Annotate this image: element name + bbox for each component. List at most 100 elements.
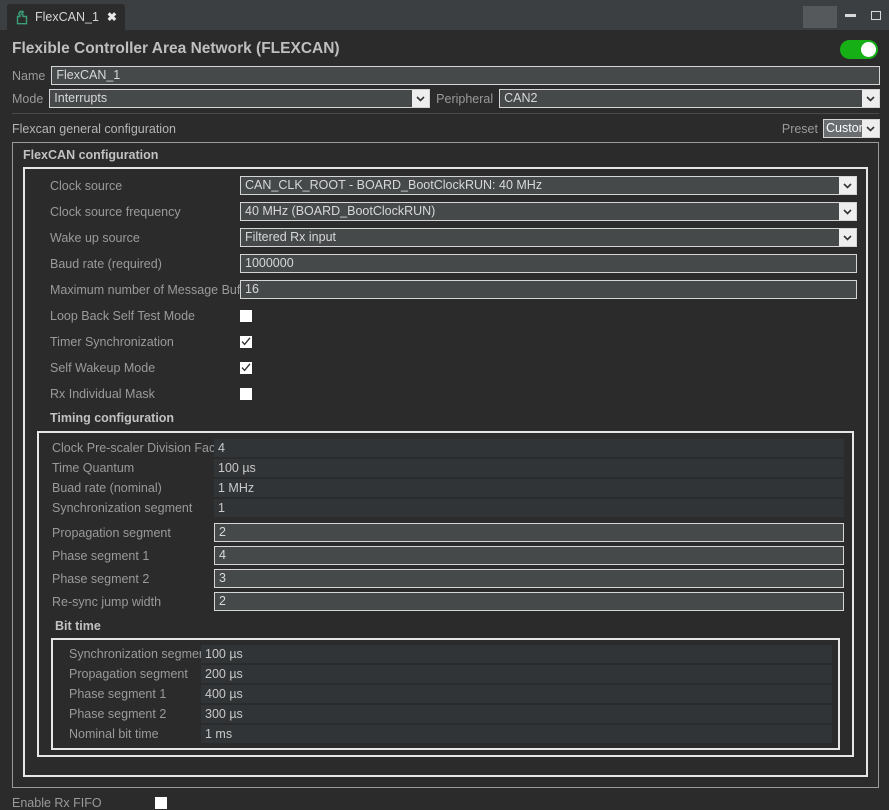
synchronization-segment-value: 1 [214,499,844,517]
flexcan-configuration-group: FlexCAN configuration Clock source CAN_C… [12,142,879,788]
clock-source-frequency-select[interactable]: 40 MHz (BOARD_BootClockRUN) [240,202,857,221]
phase-segment-1-label: Phase segment 1 [52,548,150,563]
mode-select[interactable]: Interrupts [49,89,431,108]
general-configuration-header: Flexcan general configuration Preset Cus… [0,114,889,142]
title-bar: FlexCAN_1 ✖ [0,0,889,30]
enable-rx-fifo-row: Enable Rx FIFO [0,788,889,810]
bit-time-phase-segment-1-value: 400 µs [201,685,832,703]
clock-prescaler-value: 4 [214,439,844,457]
nominal-bit-time-label: Nominal bit time [69,727,159,741]
timer-synchronization-checkbox[interactable] [240,335,252,348]
table-row: Phase segment 2 3 [39,567,852,590]
preset-label: Preset [781,121,818,136]
bit-time-propagation-segment-label: Propagation segment [69,667,188,681]
resync-jump-width-label: Re-sync jump width [52,594,162,609]
phase-segment-2-label: Phase segment 2 [52,571,150,586]
wake-up-source-value: Filtered Rx input [245,230,337,244]
bit-time-sync-segment-label: Synchronization segment [69,647,210,661]
clock-source-frequency-value: 40 MHz (BOARD_BootClockRUN) [245,204,436,218]
mode-peripheral-row: Mode Interrupts Peripheral CAN2 [0,89,889,108]
chevron-down-icon[interactable] [862,120,879,137]
list-item: Phase segment 1 400 µs [53,684,838,704]
list-item: Nominal bit time 1 ms [53,724,838,744]
enable-peripheral-toggle[interactable] [840,40,878,59]
window-controls [803,0,889,30]
name-row: Name FlexCAN_1 [0,66,889,85]
table-row: Phase segment 1 4 [39,544,852,567]
resync-jump-width-input[interactable]: 2 [214,592,844,611]
list-item: Synchronization segment 100 µs [53,644,838,664]
bit-time-group: Synchronization segment 100 µs Propagati… [51,638,840,750]
bit-time-phase-segment-2-value: 300 µs [201,705,832,723]
peripheral-value: CAN2 [504,91,538,105]
baud-rate-label: Baud rate (required) [50,256,162,271]
table-row: Synchronization segment 1 [39,498,852,518]
time-quantum-value: 100 µs [214,459,844,477]
flexcan-configuration-body: Clock source CAN_CLK_ROOT - BOARD_BootCl… [23,167,868,777]
peripheral-select[interactable]: CAN2 [499,89,881,108]
wake-up-source-row: Wake up source Filtered Rx input [25,227,866,248]
chevron-down-icon[interactable] [412,90,430,107]
baud-rate-nominal-value: 1 MHz [214,479,844,497]
max-message-buffers-label: Maximum number of Message Buffers [50,282,261,297]
phase-segment-2-input[interactable]: 3 [214,569,844,588]
bit-time-title: Bit time [55,619,101,633]
general-configuration-title: Flexcan general configuration [12,121,176,136]
synchronization-segment-label: Synchronization segment [52,501,193,515]
tab-label: FlexCAN_1 [35,10,99,24]
chevron-down-icon[interactable] [839,203,856,220]
page-title: Flexible Controller Area Network (FLEXCA… [12,40,340,57]
name-label: Name [12,68,46,83]
chevron-down-icon[interactable] [839,177,856,194]
self-wakeup-mode-checkbox[interactable] [240,361,252,374]
loop-back-self-test-checkbox[interactable] [240,309,252,322]
bit-time-sync-segment-value: 100 µs [201,645,832,663]
max-message-buffers-row: Maximum number of Message Buffers 16 [25,279,866,300]
component-icon [15,10,29,25]
chevron-down-icon[interactable] [839,229,856,246]
window-restore-button[interactable] [803,6,837,28]
bit-time-phase-segment-2-label: Phase segment 2 [69,707,167,721]
maximize-button[interactable] [863,0,889,30]
close-icon[interactable]: ✖ [107,11,117,23]
table-row: Re-sync jump width 2 [39,590,852,613]
name-input[interactable]: FlexCAN_1 [51,66,880,85]
bit-time-phase-segment-1-label: Phase segment 1 [69,687,167,701]
clock-source-frequency-row: Clock source frequency 40 MHz (BOARD_Boo… [25,201,866,222]
timing-configuration-group: Clock Pre-scaler Division Factor 4 Time … [37,431,854,757]
timing-configuration-title: Timing configuration [50,411,175,425]
table-row: Propagation segment 2 [39,521,852,544]
clock-prescaler-label: Clock Pre-scaler Division Factor [52,441,230,455]
baud-rate-nominal-label: Buad rate (nominal) [52,481,162,495]
list-item: Phase segment 2 300 µs [53,704,838,724]
mode-label: Mode [12,91,44,106]
bit-time-propagation-segment-value: 200 µs [201,665,832,683]
clock-source-value: CAN_CLK_ROOT - BOARD_BootClockRUN: 40 MH… [245,178,543,192]
loop-back-self-test-label: Loop Back Self Test Mode [50,308,195,323]
flexcan-config-page: Flexible Controller Area Network (FLEXCA… [0,30,889,810]
list-item: Propagation segment 200 µs [53,664,838,684]
table-row: Buad rate (nominal) 1 MHz [39,478,852,498]
phase-segment-1-input[interactable]: 4 [214,546,844,565]
timer-synchronization-label: Timer Synchronization [50,334,174,349]
baud-rate-input[interactable]: 1000000 [240,254,857,273]
timer-synchronization-row: Timer Synchronization [25,331,866,352]
rx-individual-mask-checkbox[interactable] [240,387,252,400]
preset-select[interactable]: Custom [823,119,880,138]
self-wakeup-mode-label: Self Wakeup Mode [50,360,156,375]
minimize-button[interactable] [837,0,863,30]
wake-up-source-label: Wake up source [50,230,140,245]
propagation-segment-input[interactable]: 2 [214,523,844,542]
peripheral-label: Peripheral [436,91,494,106]
clock-source-select[interactable]: CAN_CLK_ROOT - BOARD_BootClockRUN: 40 MH… [240,176,857,195]
enable-rx-fifo-checkbox[interactable] [155,797,167,809]
propagation-segment-label: Propagation segment [52,525,171,540]
time-quantum-label: Time Quantum [52,461,135,475]
tab-flexcan-1[interactable]: FlexCAN_1 ✖ [7,4,125,30]
flexcan-configuration-title: FlexCAN configuration [23,148,159,162]
clock-source-label: Clock source [50,178,123,193]
wake-up-source-select[interactable]: Filtered Rx input [240,228,857,247]
preset-value: Custom [824,120,862,137]
chevron-down-icon[interactable] [862,90,880,107]
max-message-buffers-input[interactable]: 16 [240,280,857,299]
